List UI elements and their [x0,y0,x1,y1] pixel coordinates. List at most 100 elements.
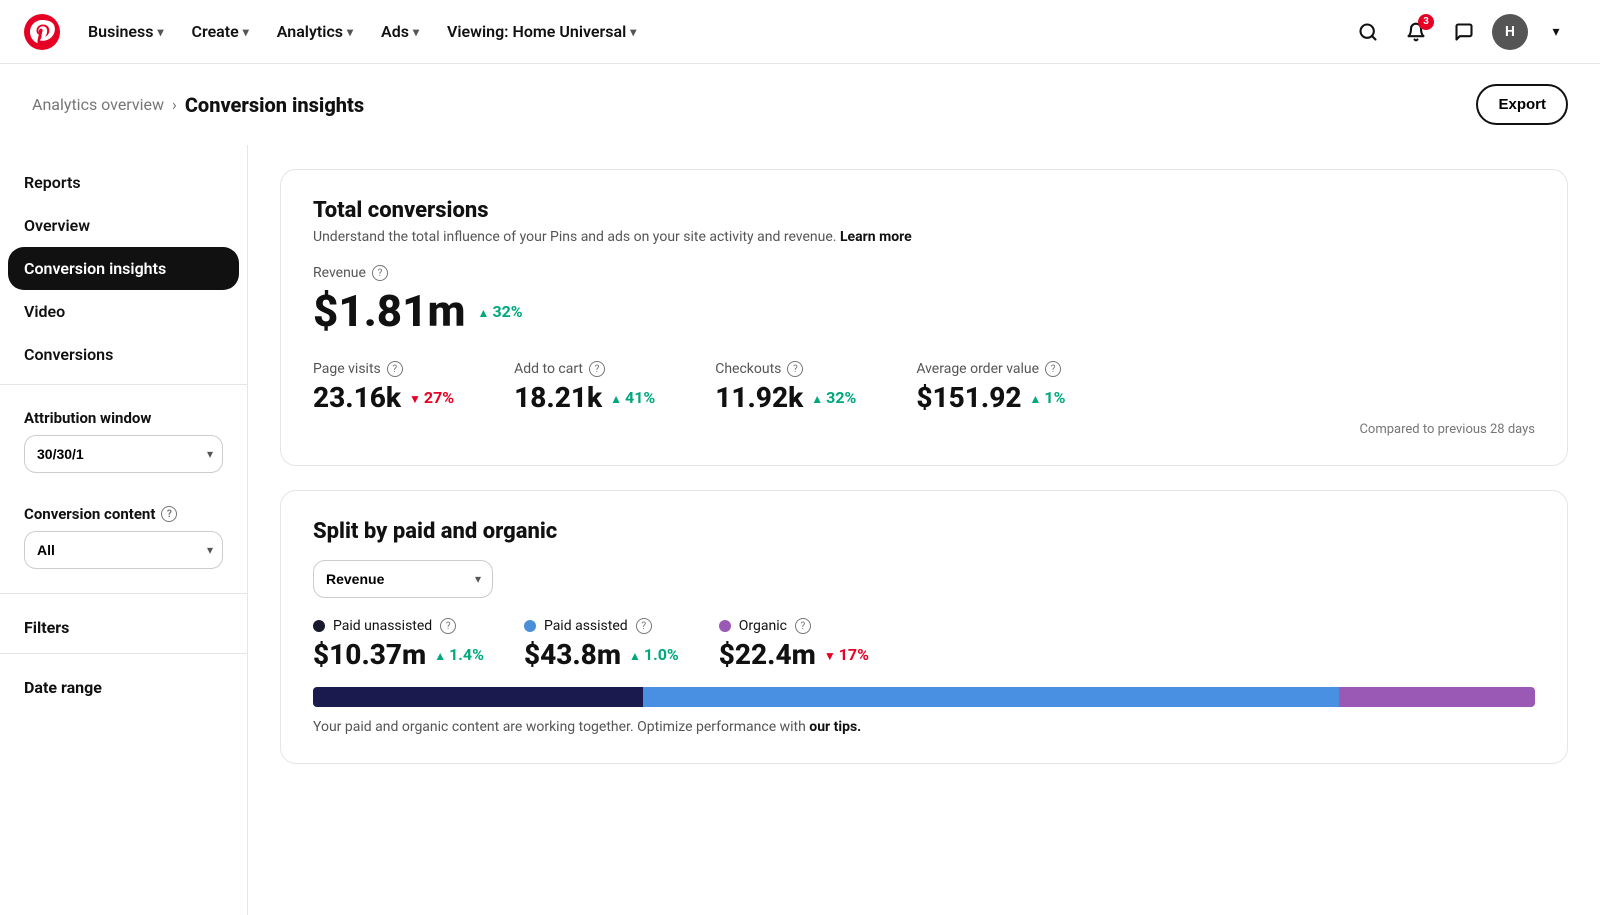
legend-paid-assisted: Paid assisted ? $43.8m 1.0% [524,618,679,671]
nav-item-create[interactable]: Create ▾ [180,14,261,49]
attribution-window-label: Attribution window [24,409,223,427]
conversion-content-select[interactable]: All Paid Organic [24,531,223,569]
sidebar-divider-2 [0,593,247,594]
nav-menu: Business ▾ Create ▾ Analytics ▾ Ads ▾ Vi… [76,14,1348,49]
up-arrow-icon [811,388,823,407]
notifications-button[interactable]: 3 [1396,12,1436,52]
main-layout: Reports Overview Conversion insights Vid… [0,145,1600,915]
sidebar: Reports Overview Conversion insights Vid… [0,145,248,915]
split-card: Split by paid and organic Revenue Page v… [280,490,1568,764]
page-visits-change: 27% [409,388,454,407]
revenue-amount: $1.81m [313,285,466,337]
organic-change: 17% [824,645,869,664]
chevron-down-icon: ▾ [630,25,636,39]
split-metric-select-wrapper: Revenue Page visits Add to cart Checkout… [313,560,493,598]
total-conversions-description: Understand the total influence of your P… [313,229,1535,245]
avatar[interactable]: H [1492,14,1528,50]
split-legend-row: Paid unassisted ? $10.37m 1.4% [313,618,1535,671]
search-button[interactable] [1348,12,1388,52]
revenue-change: 32% [478,302,523,321]
metrics-row: Page visits ? 23.16k 27% Add to cart [313,361,1535,414]
messages-button[interactable] [1444,12,1484,52]
organic-dot [719,620,731,632]
metric-average-order: Average order value ? $151.92 1% [916,361,1065,414]
checkouts-change: 32% [811,388,856,407]
top-navigation: Business ▾ Create ▾ Analytics ▾ Ads ▾ Vi… [0,0,1600,64]
breadcrumb-parent[interactable]: Analytics overview [32,95,164,114]
nav-item-analytics[interactable]: Analytics ▾ [265,14,365,49]
sidebar-item-reports[interactable]: Reports [0,161,247,204]
revenue-value-row: $1.81m 32% [313,285,1535,337]
split-bar-chart [313,687,1535,707]
help-icon[interactable]: ? [387,361,403,377]
nav-item-ads[interactable]: Ads ▾ [369,14,431,49]
help-icon[interactable]: ? [161,506,177,522]
split-dropdown-wrapper: Revenue Page visits Add to cart Checkout… [313,560,1535,598]
bar-paid-assisted [643,687,1340,707]
bar-paid-unassisted [313,687,643,707]
help-icon[interactable]: ? [440,618,456,634]
up-arrow-icon [478,302,490,321]
help-icon[interactable]: ? [636,618,652,634]
breadcrumb-bar: Analytics overview › Conversion insights… [0,64,1600,145]
sidebar-item-video[interactable]: Video [0,290,247,333]
up-arrow-icon [1030,388,1042,407]
help-icon[interactable]: ? [1045,361,1061,377]
breadcrumb-current: Conversion insights [185,93,364,117]
paid-assisted-dot [524,620,536,632]
total-conversions-title: Total conversions [313,198,1535,223]
sidebar-date-range-label[interactable]: Date range [0,662,247,705]
breadcrumb: Analytics overview › Conversion insights [32,93,364,117]
up-arrow-icon [610,388,622,407]
attribution-window-select[interactable]: 30/30/1 1/1/1 7/7/1 30/1/1 [24,435,223,473]
add-to-cart-change: 41% [610,388,655,407]
paid-unassisted-dot [313,620,325,632]
conversion-content-label: Conversion content ? [24,505,223,523]
nav-viewing-selector[interactable]: Viewing: Home Universal ▾ [435,14,648,49]
conversion-content-section: Conversion content ? All Paid Organic ▾ [0,489,247,585]
split-title: Split by paid and organic [313,519,1535,544]
paid-assisted-change: 1.0% [629,645,679,664]
nav-right-actions: 3 H ▾ [1348,12,1576,52]
chevron-down-icon: ▾ [243,25,249,39]
our-tips-link[interactable]: our tips. [809,719,861,735]
compared-text: Compared to previous 28 days [313,422,1535,437]
learn-more-link[interactable]: Learn more [840,229,912,245]
bar-organic [1339,687,1535,707]
notification-badge: 3 [1418,14,1434,30]
nav-item-business[interactable]: Business ▾ [76,14,176,49]
tip-text: Your paid and organic content are workin… [313,719,1535,735]
legend-paid-unassisted: Paid unassisted ? $10.37m 1.4% [313,618,484,671]
main-content: Total conversions Understand the total i… [248,145,1600,915]
sidebar-divider [0,384,247,385]
total-conversions-card: Total conversions Understand the total i… [280,169,1568,466]
avg-order-change: 1% [1030,388,1066,407]
metric-page-visits: Page visits ? 23.16k 27% [313,361,454,414]
sidebar-divider-3 [0,653,247,654]
pinterest-logo[interactable] [24,14,60,50]
conversion-content-select-wrapper: All Paid Organic ▾ [24,531,223,569]
sidebar-item-conversions[interactable]: Conversions [0,333,247,376]
sidebar-item-conversion-insights[interactable]: Conversion insights [8,247,239,290]
help-icon[interactable]: ? [372,265,388,281]
down-arrow-icon [824,645,836,664]
down-arrow-icon [409,388,421,407]
attribution-window-section: Attribution window 30/30/1 1/1/1 7/7/1 3… [0,393,247,489]
help-icon[interactable]: ? [795,618,811,634]
up-arrow-icon [434,645,446,664]
paid-unassisted-change: 1.4% [434,645,484,664]
help-icon[interactable]: ? [589,361,605,377]
revenue-label: Revenue ? [313,265,1535,281]
sidebar-item-overview[interactable]: Overview [0,204,247,247]
chevron-down-icon: ▾ [413,25,419,39]
split-metric-select[interactable]: Revenue Page visits Add to cart Checkout… [313,560,493,598]
metric-checkouts: Checkouts ? 11.92k 32% [715,361,856,414]
account-chevron[interactable]: ▾ [1536,12,1576,52]
chevron-down-icon: ▾ [157,25,163,39]
help-icon[interactable]: ? [787,361,803,377]
metric-add-to-cart: Add to cart ? 18.21k 41% [514,361,655,414]
sidebar-filters-label[interactable]: Filters [0,602,247,645]
export-button[interactable]: Export [1476,84,1568,125]
chevron-down-icon: ▾ [347,25,353,39]
legend-organic: Organic ? $22.4m 17% [719,618,869,671]
